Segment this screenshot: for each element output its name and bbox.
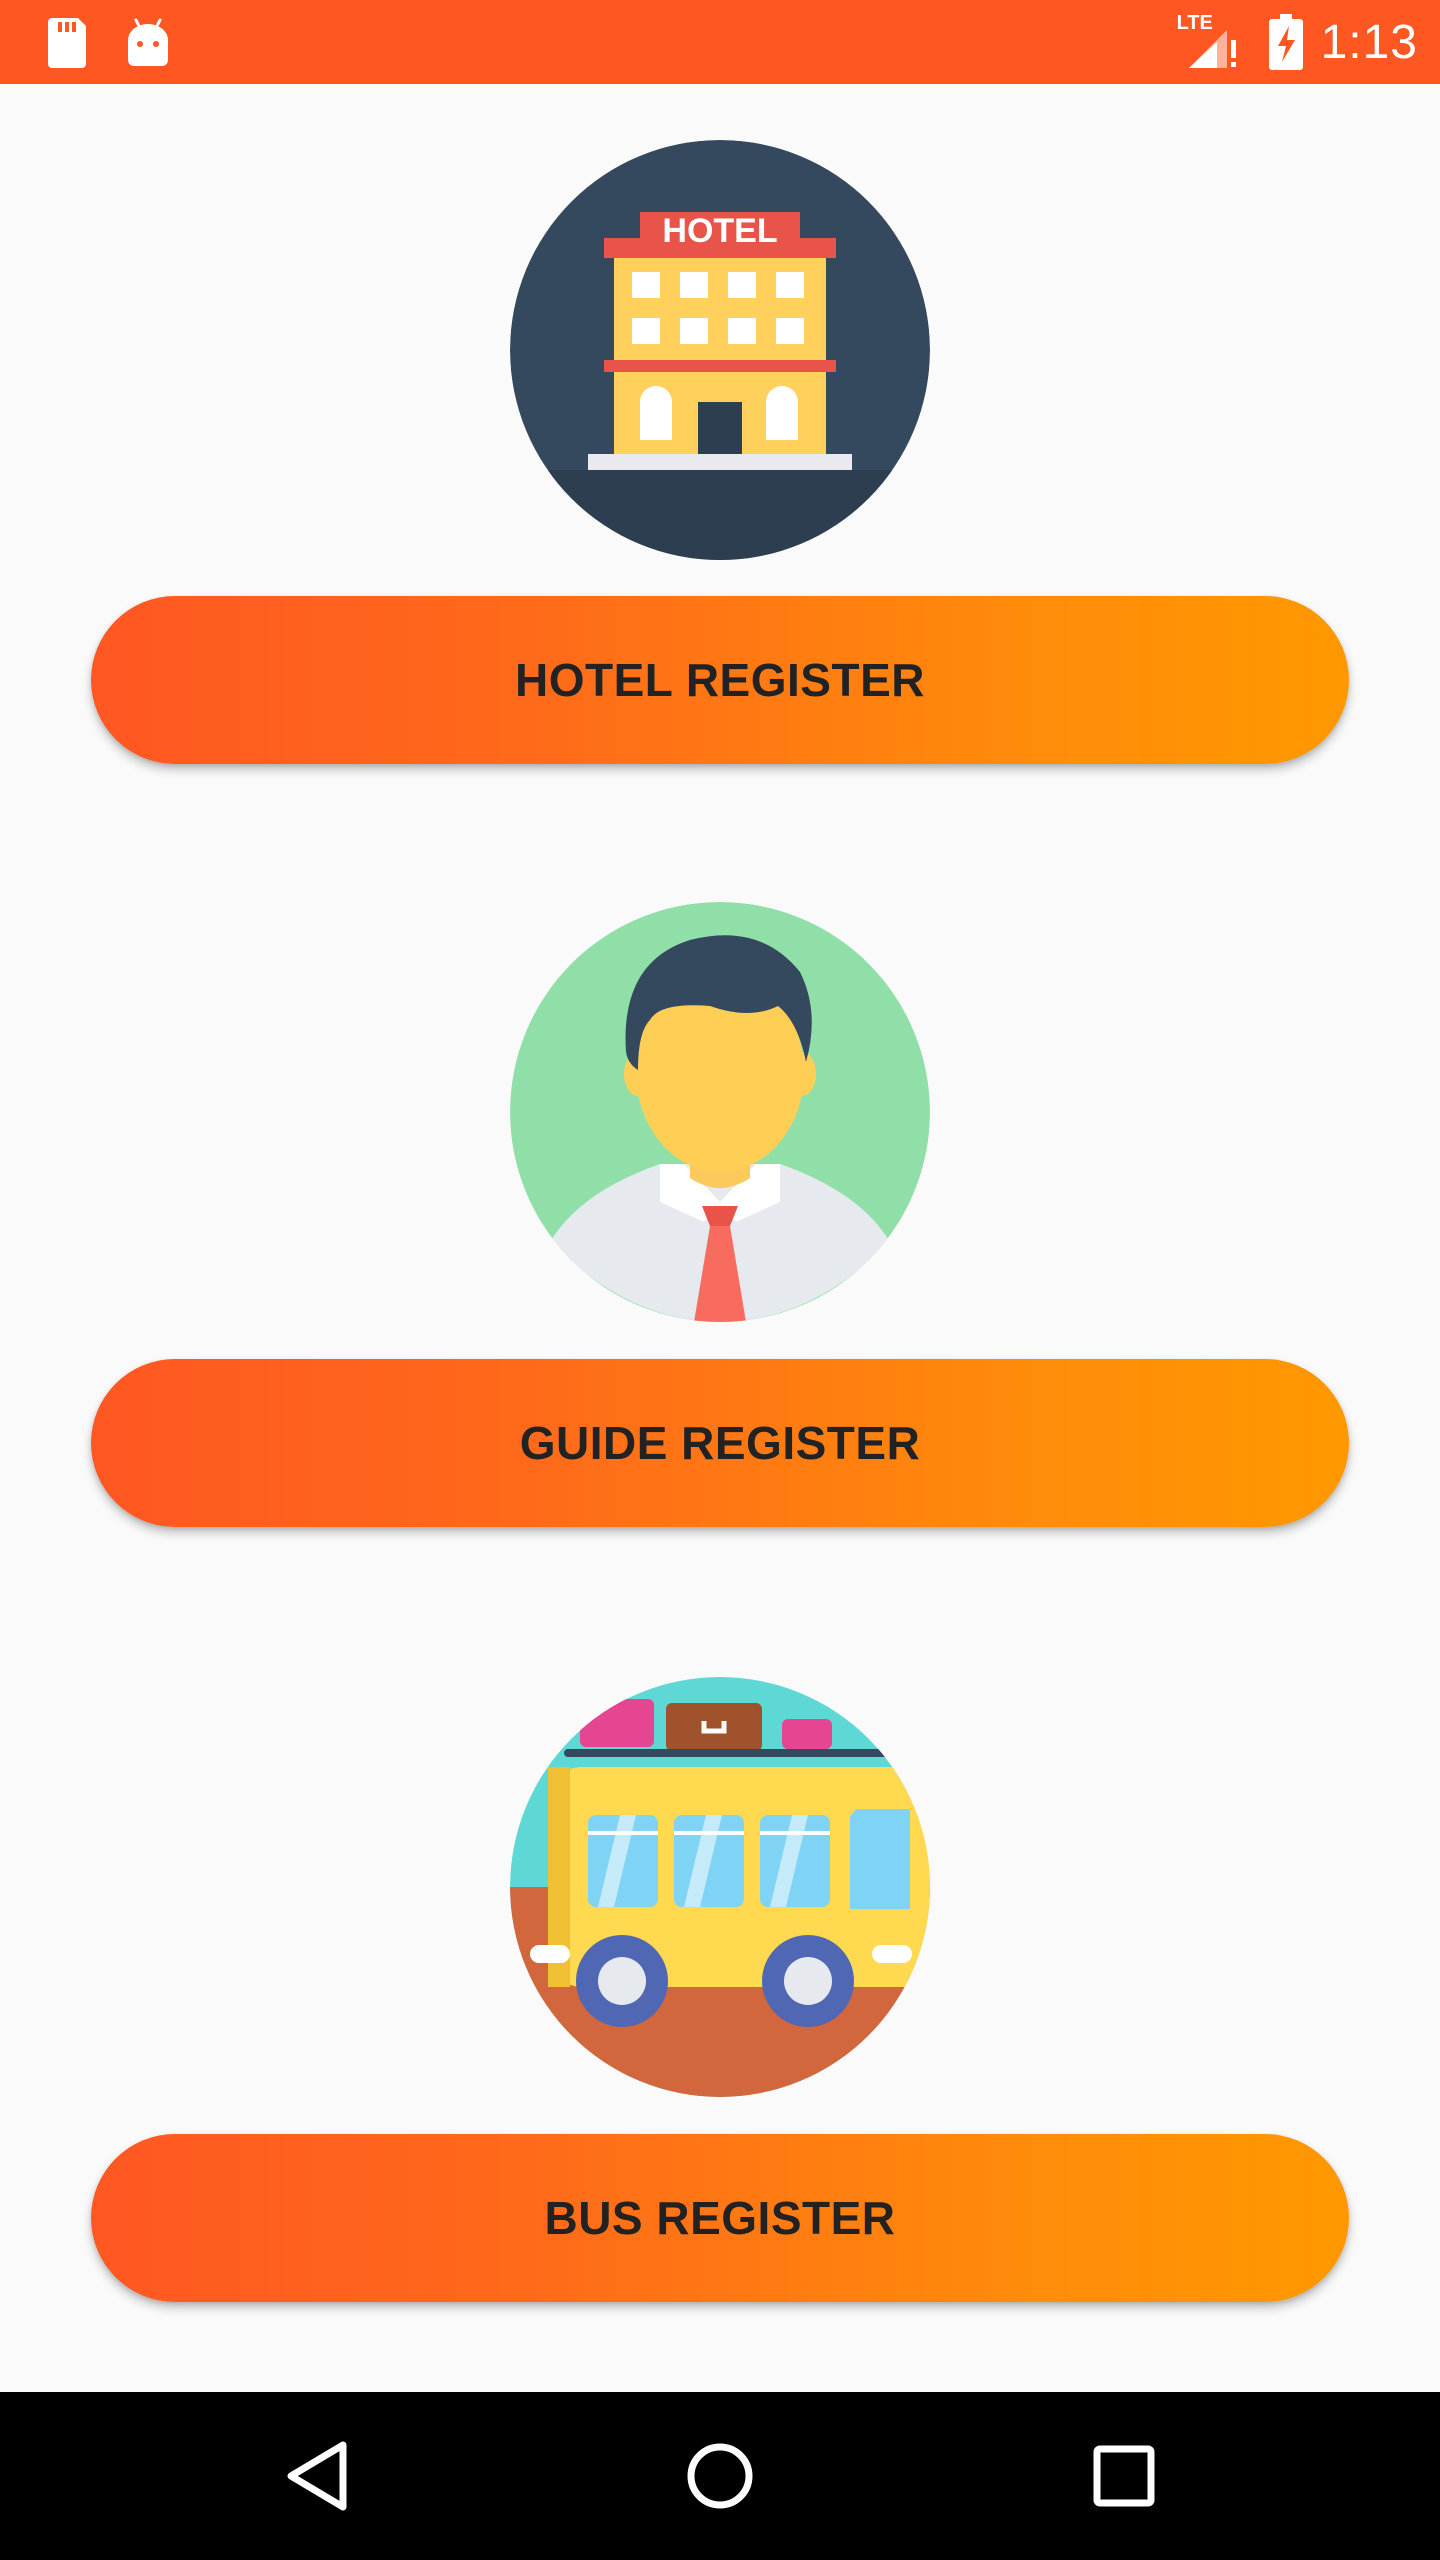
bus-icon [510,1677,930,2097]
clock: 1:13 [1320,15,1418,69]
battery-charging-icon [1268,14,1303,70]
hotel-sign-text: HOTEL [662,212,777,250]
main-content: HOTEL HOTEL REGISTER GUIDE REGISTER BUS … [0,84,1440,2392]
back-icon[interactable] [268,2426,368,2526]
recents-icon[interactable] [1074,2426,1174,2526]
bus-register-button[interactable]: BUS REGISTER [91,2134,1349,2302]
lte-signal-icon: LTE [1177,12,1241,72]
home-icon[interactable] [670,2426,770,2526]
navigation-bar [0,2392,1440,2560]
hotel-register-button[interactable]: HOTEL REGISTER [91,596,1349,764]
guide-register-label: GUIDE REGISTER [519,1417,921,1469]
hotel-building-icon: HOTEL [510,140,930,560]
guide-person-icon [510,902,930,1322]
sd-card-icon [38,14,94,70]
android-icon [120,14,176,70]
bus-register-label: BUS REGISTER [544,2192,896,2244]
status-bar: LTE 1:13 [0,0,1440,84]
guide-register-button[interactable]: GUIDE REGISTER [91,1359,1349,1527]
hotel-register-label: HOTEL REGISTER [515,654,925,706]
